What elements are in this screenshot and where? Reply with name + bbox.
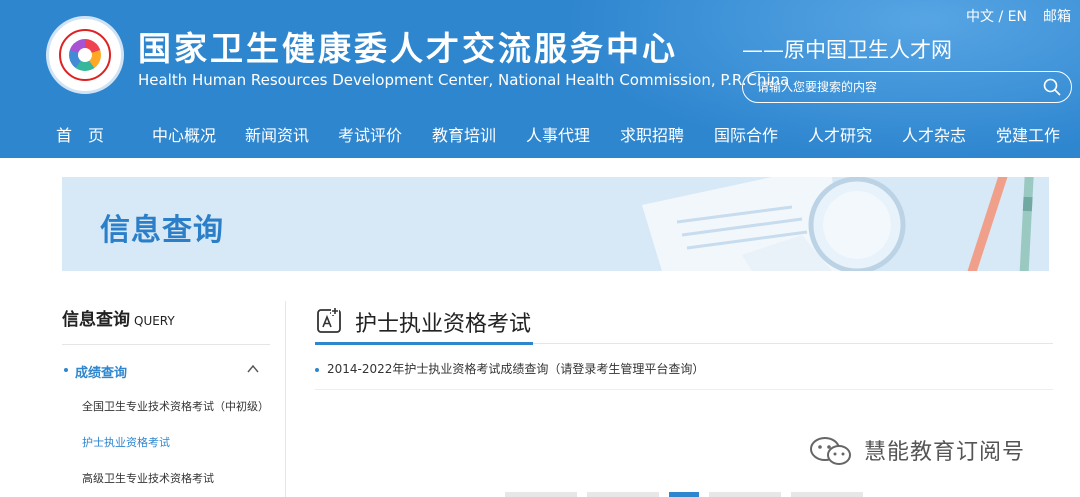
site-header: 国家卫生健康委人才交流服务中心 Health Human Resources D… xyxy=(0,0,1080,158)
sidebar-divider xyxy=(62,344,270,345)
nav-item-exams[interactable]: 考试评价 xyxy=(338,122,402,146)
nav-item-research[interactable]: 人才研究 xyxy=(808,122,872,146)
list-item[interactable]: 2014-2022年护士执业资格考试成绩查询（请登录考生管理平台查询） xyxy=(315,360,704,377)
banner-illustration xyxy=(642,177,1034,271)
sidebar-section-label: 成绩查询 xyxy=(75,366,128,381)
nav-item-international[interactable]: 国际合作 xyxy=(714,122,778,146)
language-switch[interactable]: 中文 / EN xyxy=(966,6,1027,26)
bullet-dot xyxy=(64,368,68,372)
column-divider xyxy=(285,301,286,497)
search-icon[interactable] xyxy=(1043,78,1061,96)
pager-button[interactable] xyxy=(709,492,781,497)
edit-doc-icon xyxy=(317,307,341,333)
list-item-label: 2014-2022年护士执业资格考试成绩查询（请登录考生管理平台查询） xyxy=(327,362,705,376)
pager-button[interactable] xyxy=(791,492,863,497)
page-banner: 信息查询 xyxy=(62,177,1049,271)
pager-button[interactable] xyxy=(587,492,659,497)
sidebar-section-scores[interactable]: 成绩查询 xyxy=(62,360,270,381)
sidebar-item-national-tech-exam[interactable]: 全国卫生专业技术资格考试（中初级） xyxy=(82,398,269,414)
list-divider xyxy=(315,389,1053,390)
sidebar-title-en: QUERY xyxy=(134,314,175,328)
nav-item-hr-agency[interactable]: 人事代理 xyxy=(526,122,590,146)
logo-emblem xyxy=(59,29,111,81)
sidebar-title-cn: 信息查询 xyxy=(62,310,130,330)
bullet-dot xyxy=(315,367,319,372)
sidebar-title: 信息查询 QUERY xyxy=(62,305,175,330)
nav-item-party[interactable]: 党建工作 xyxy=(996,122,1060,146)
sidebar-item-senior-tech-exam[interactable]: 高级卫生专业技术资格考试 xyxy=(82,470,214,486)
banner-title: 信息查询 xyxy=(100,213,224,248)
search-box xyxy=(742,71,1072,103)
mail-link[interactable]: 邮箱 xyxy=(1043,6,1071,26)
site-subtitle: ——原中国卫生人才网 xyxy=(742,38,952,62)
main-nav: 首 页 中心概况 新闻资讯 考试评价 教育培训 人事代理 求职招聘 国际合作 人… xyxy=(0,112,1080,152)
title-accent-bar xyxy=(315,342,533,345)
nav-item-news[interactable]: 新闻资讯 xyxy=(245,122,309,146)
wechat-icon xyxy=(810,437,851,465)
nav-item-home[interactable]: 首 页 xyxy=(56,122,104,146)
sidebar-item-nurse-exam[interactable]: 护士执业资格考试 xyxy=(82,434,170,450)
pager-current-page[interactable] xyxy=(669,492,699,497)
page-title: 护士执业资格考试 xyxy=(355,312,532,337)
search-input[interactable] xyxy=(757,80,1027,94)
chevron-up-icon[interactable] xyxy=(246,362,260,376)
site-title-cn: 国家卫生健康委人才交流服务中心 xyxy=(138,29,678,68)
wechat-watermark: 慧能教育订阅号 xyxy=(808,432,1048,468)
nav-item-about[interactable]: 中心概况 xyxy=(152,122,216,146)
nav-item-training[interactable]: 教育培训 xyxy=(432,122,496,146)
pager-button[interactable] xyxy=(505,492,577,497)
nav-item-jobs[interactable]: 求职招聘 xyxy=(620,122,684,146)
site-logo[interactable] xyxy=(46,16,124,94)
nav-item-magazine[interactable]: 人才杂志 xyxy=(902,122,966,146)
watermark-text: 慧能教育订阅号 xyxy=(864,440,1026,465)
site-title-en: Health Human Resources Development Cente… xyxy=(138,71,790,89)
